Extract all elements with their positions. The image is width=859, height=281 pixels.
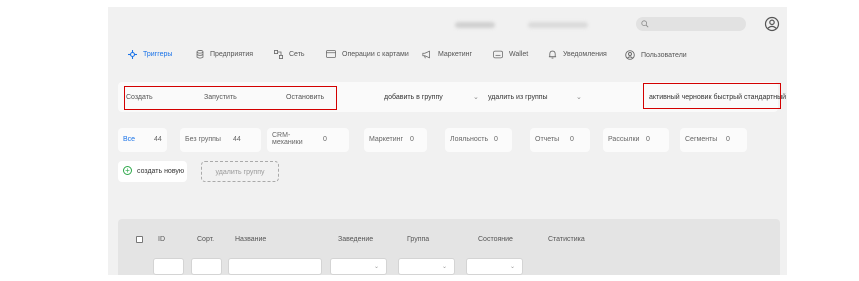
- group-chip-count: 44: [154, 136, 162, 143]
- megaphone-icon: [422, 50, 430, 59]
- group-chip-label: Все: [123, 136, 136, 143]
- nav-item-triggers[interactable]: Триггеры: [128, 50, 172, 59]
- group-chip-reports[interactable]: Отчеты 0: [530, 128, 590, 152]
- group-chip-marketing[interactable]: Маркетинг 0: [364, 128, 427, 152]
- id-filter-input[interactable]: [153, 258, 184, 275]
- column-header-name[interactable]: Название: [235, 236, 266, 243]
- group-chip-label: Сегменты: [685, 136, 718, 143]
- column-header-stats[interactable]: Статистика: [548, 236, 585, 243]
- nav-item-users[interactable]: Пользователи: [625, 50, 687, 60]
- search-input[interactable]: [636, 17, 746, 31]
- card-icon: [326, 50, 336, 58]
- chevron-down-icon: ⌄: [473, 94, 479, 101]
- group-chip-count: 0: [494, 136, 498, 143]
- group-chip-all[interactable]: Все 44: [118, 128, 167, 152]
- nav-item-label: Пользователи: [641, 51, 687, 59]
- column-header-group[interactable]: Группа: [407, 236, 429, 243]
- network-icon: [274, 50, 283, 59]
- trigger-icon: [128, 50, 137, 59]
- nav-item-marketing[interactable]: Маркетинг: [422, 50, 472, 59]
- column-header-sort[interactable]: Сорт.: [197, 236, 214, 243]
- chevron-down-icon: ⌄: [509, 264, 515, 270]
- group-chip-label: Маркетинг: [369, 136, 404, 143]
- highlight-box-actions: [124, 86, 337, 110]
- nav-item-label: Уведомления: [563, 51, 607, 58]
- column-header-venue[interactable]: Заведение: [338, 236, 373, 243]
- bell-icon: [548, 50, 557, 59]
- sort-filter-input[interactable]: [191, 258, 222, 275]
- nav-item-label: Сеть: [289, 51, 305, 58]
- users-icon: [625, 50, 635, 60]
- profile-icon[interactable]: [764, 16, 780, 32]
- nav-item-label: Предприятия: [210, 51, 254, 58]
- nav-item-label: Операции с картами: [342, 50, 409, 58]
- chevron-down-icon: ⌄: [576, 94, 582, 101]
- name-filter-input[interactable]: [228, 258, 322, 275]
- column-header-id[interactable]: ID: [158, 236, 165, 243]
- search-icon: [641, 20, 649, 28]
- group-chip-mailings[interactable]: Рассылки 0: [603, 128, 669, 152]
- create-group-label: создать новую: [137, 168, 185, 175]
- top-bar: [108, 7, 787, 42]
- chevron-down-icon: ⌄: [373, 264, 379, 270]
- group-chip-count: 0: [323, 136, 327, 143]
- group-chip-segments[interactable]: Сегменты 0: [680, 128, 747, 152]
- group-chip-count: 44: [233, 136, 241, 143]
- column-header-state[interactable]: Состояние: [478, 236, 513, 243]
- create-group-button[interactable]: + создать новую: [118, 161, 187, 182]
- add-to-group-select[interactable]: добавить в группу: [384, 94, 443, 101]
- blurred-account-name: [455, 22, 495, 28]
- group-chip-count: 0: [410, 136, 414, 143]
- wallet-icon: [493, 50, 503, 59]
- nav-item-wallet[interactable]: Wallet: [493, 50, 528, 59]
- nav-item-enterprises[interactable]: Предприятия: [196, 50, 253, 59]
- group-chip-label: Отчеты: [535, 136, 560, 143]
- nav-item-network[interactable]: Сеть: [274, 50, 305, 59]
- group-chip-label: Без группы: [185, 136, 221, 143]
- group-filter-select[interactable]: ⌄: [398, 258, 455, 275]
- nav-item-card-operations[interactable]: Операции с картами: [326, 50, 409, 58]
- group-chip-count: 0: [570, 136, 574, 143]
- group-chip-count: 0: [726, 136, 730, 143]
- app-window: Триггеры Предприятия Сеть Операции с кар…: [108, 7, 787, 275]
- blurred-account-info: [528, 22, 588, 28]
- highlight-box-status-filter: [643, 83, 781, 109]
- group-chip-crm[interactable]: CRM-механики 0: [267, 128, 349, 152]
- group-chip-count: 0: [646, 136, 650, 143]
- remove-from-group-select[interactable]: удалить из группы: [488, 94, 548, 101]
- nav-item-label: Триггеры: [143, 51, 173, 58]
- delete-group-button[interactable]: удалить группу: [201, 161, 279, 182]
- nav-item-label: Маркетинг: [438, 51, 473, 58]
- group-chip-label: Лояльность: [450, 136, 489, 143]
- group-chip-label: Рассылки: [608, 136, 640, 143]
- group-chip-no-group[interactable]: Без группы 44: [180, 128, 261, 152]
- database-icon: [196, 50, 204, 59]
- triggers-table: ID Сорт. Название Заведение Группа Состо…: [118, 219, 780, 275]
- state-filter-select[interactable]: ⌄: [466, 258, 523, 275]
- plus-circle-icon: +: [123, 166, 132, 175]
- nav-item-notifications[interactable]: Уведомления: [548, 50, 607, 59]
- delete-group-label: удалить группу: [215, 169, 265, 176]
- venue-filter-select[interactable]: ⌄: [330, 258, 387, 275]
- group-chip-loyalty[interactable]: Лояльность 0: [445, 128, 512, 152]
- select-all-checkbox[interactable]: [136, 236, 143, 243]
- chevron-down-icon: ⌄: [441, 264, 447, 270]
- nav-item-label: Wallet: [509, 51, 529, 58]
- group-chip-label: CRM-механики: [272, 132, 303, 146]
- main-navigation: Триггеры Предприятия Сеть Операции с кар…: [108, 45, 787, 69]
